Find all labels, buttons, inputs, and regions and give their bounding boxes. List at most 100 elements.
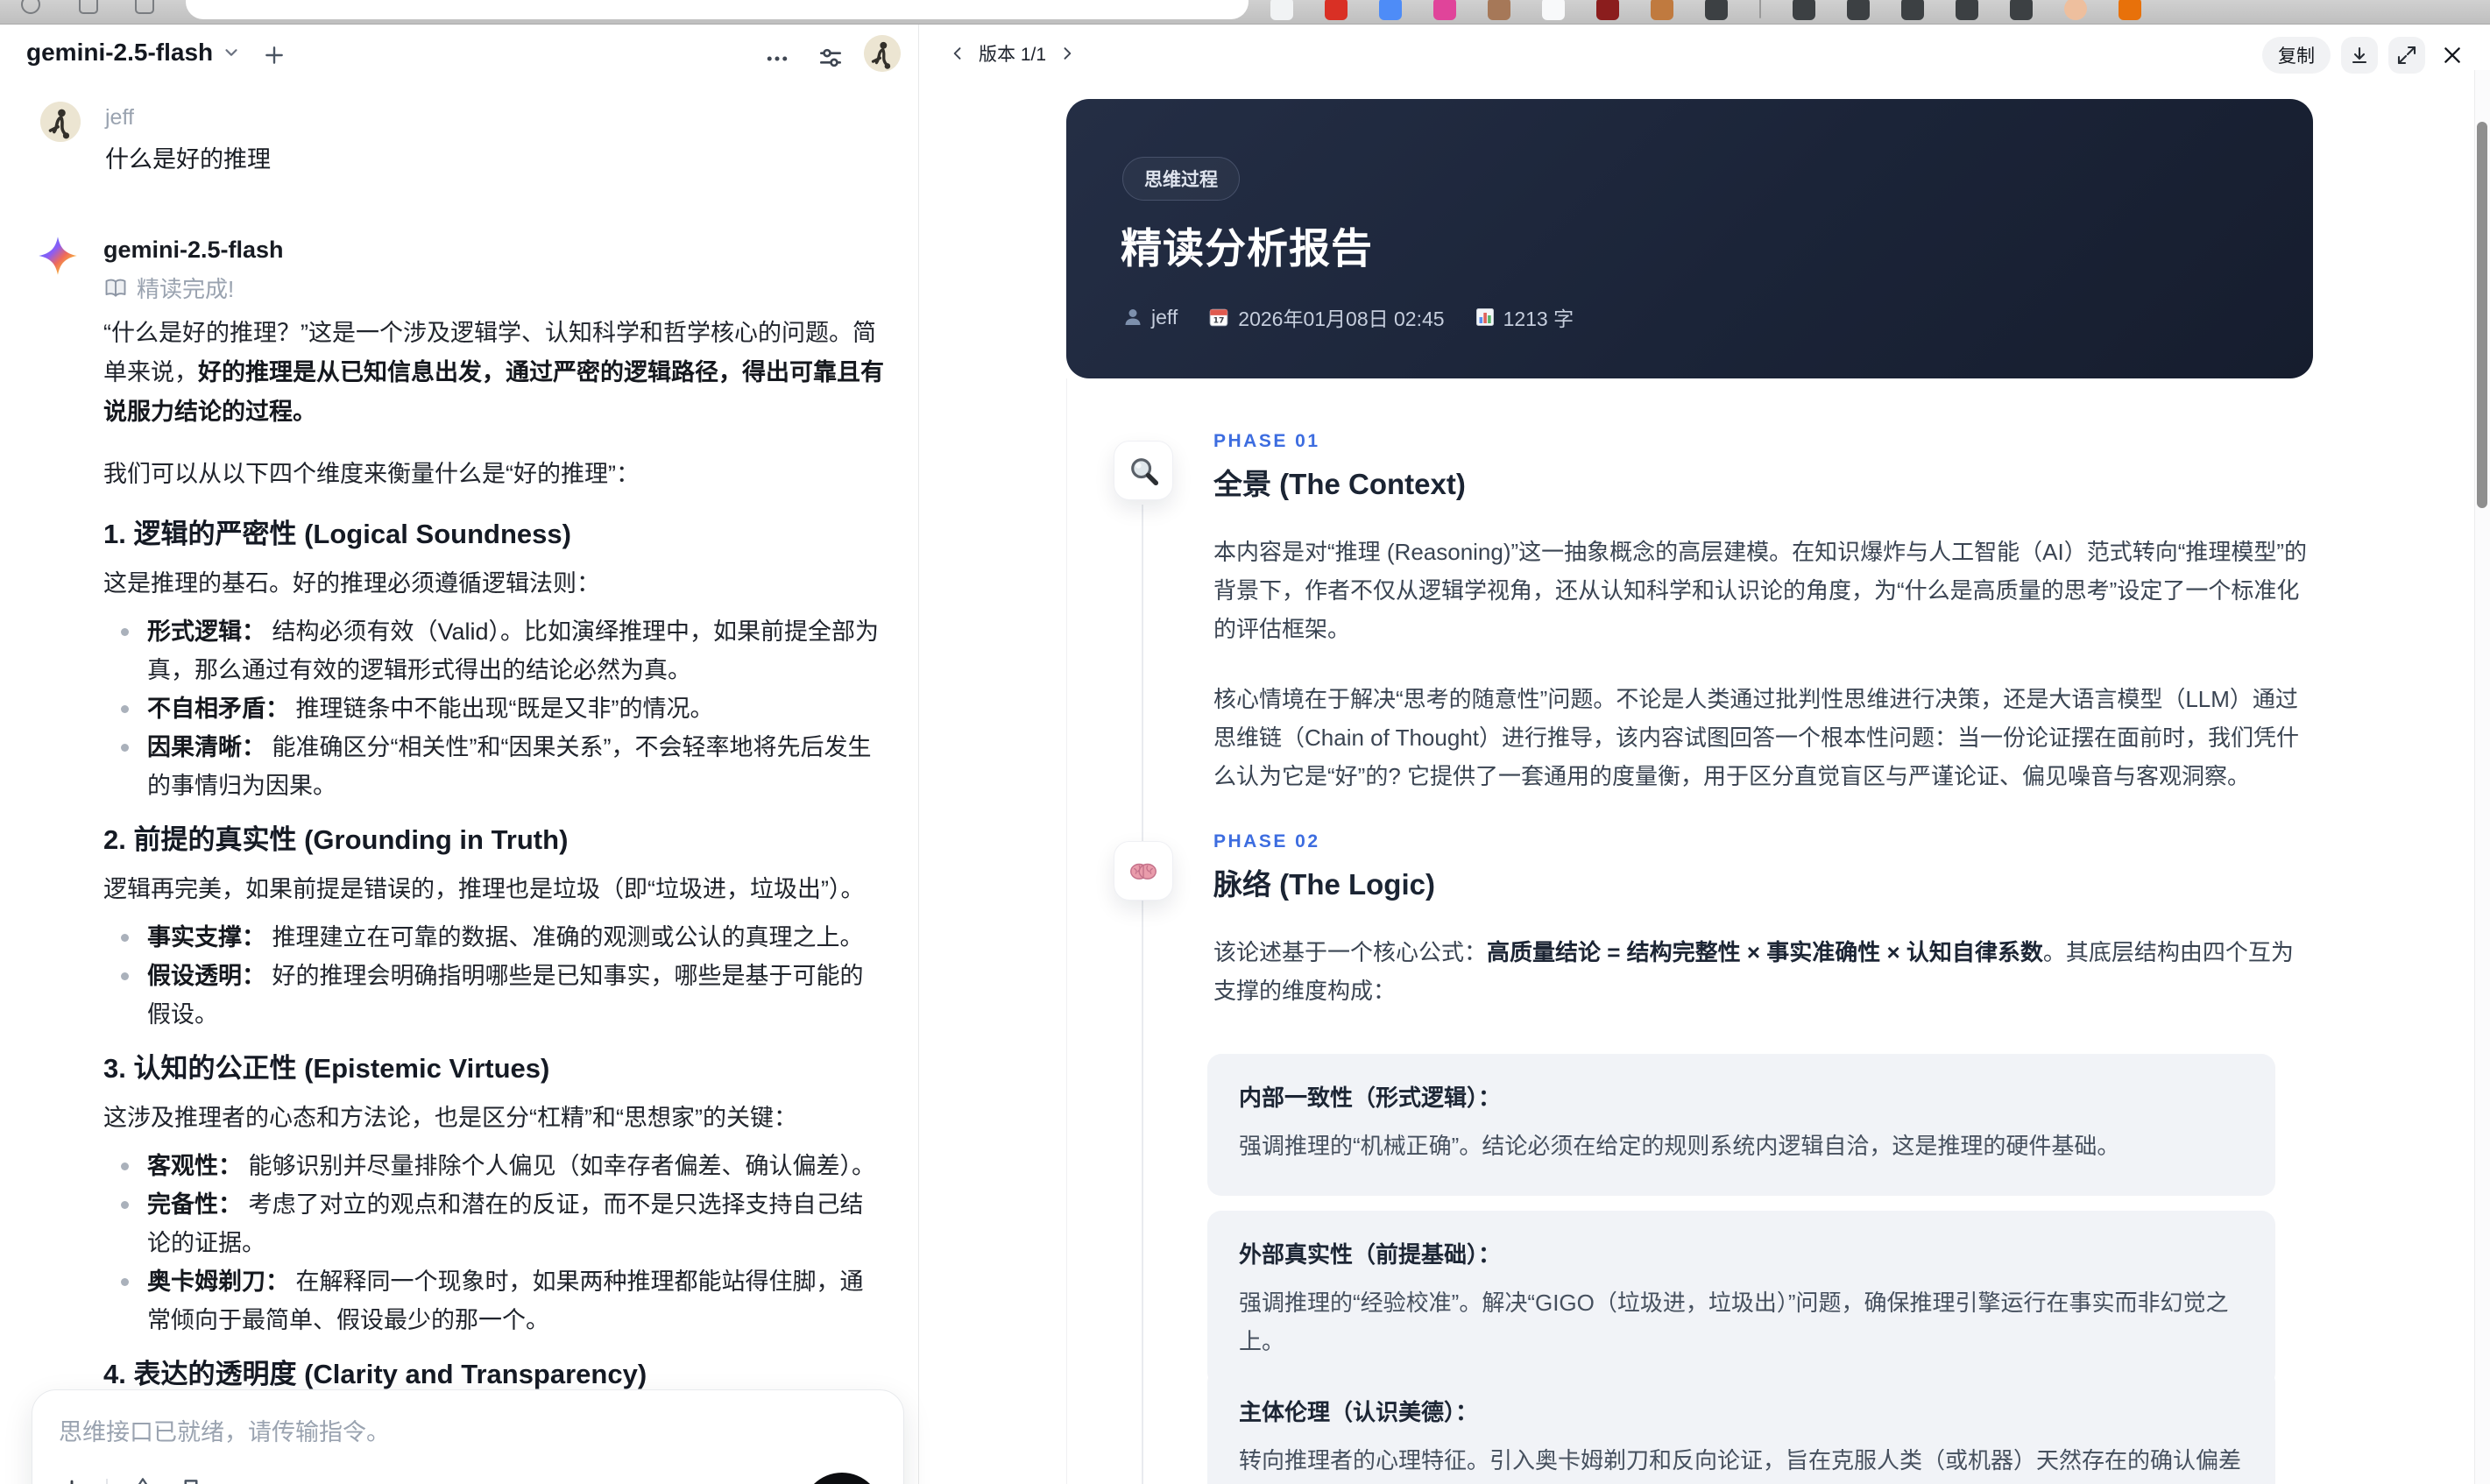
report-header-card: 思维过程 精读分析报告 jeff 17 2026年01月08日 02:45 12… [1066, 99, 2313, 378]
preview-scrollbar-track[interactable] [2474, 70, 2490, 1484]
phase1-section: PHASE 01 全景 (The Context) 本内容是对“推理 (Reas… [1213, 431, 2310, 827]
next-version-button[interactable] [1058, 45, 1076, 62]
chat-header: gemini-2.5-flash [0, 25, 918, 82]
phase2-lead: 该论述基于一个核心公式：高质量结论 = 结构完整性 × 事实准确性 × 认知自律… [1213, 939, 2294, 1004]
logic-card-3: 主体伦理（认识美德）： 转向推理者的心理特征。引入奥卡姆剃刀和反向论证，旨在克服… [1207, 1368, 2275, 1484]
bookmark-button[interactable] [178, 1477, 204, 1484]
section-list-3: 客观性： 能够识别并尽量排除个人偏见（如幸存者偏差、确认偏差）。 完备性： 考虑… [103, 1147, 885, 1339]
assistant-status-text: 精读完成! [137, 276, 235, 302]
settings-tune-button[interactable] [817, 44, 845, 72]
chevron-down-icon [222, 43, 241, 62]
browser-grid-icon[interactable] [79, 0, 98, 14]
extension-icon[interactable] [1705, 0, 1728, 20]
sparkle-tools-button[interactable] [129, 1476, 157, 1484]
card-title: 主体伦理（认识美德）： [1239, 1399, 1479, 1425]
extension-icon[interactable] [1651, 0, 1673, 20]
section-title-3: 3. 认知的公正性 (Epistemic Virtues) [103, 1053, 550, 1084]
card-body: 强调推理的“机械正确”。结论必须在给定的规则系统内逻辑自洽，这是推理的硬件基础。 [1239, 1133, 2120, 1159]
phase1-title: 全景 (The Context) [1213, 468, 1466, 500]
version-navigator: 版本 1/1 [949, 40, 1076, 67]
extension-icon[interactable] [1433, 0, 1456, 20]
phase1-label: PHASE 01 [1213, 431, 1320, 451]
gemini-star-icon [37, 235, 79, 277]
date-meta: 17 2026年01月08日 02:45 [1207, 302, 1445, 332]
fullscreen-button[interactable] [2388, 37, 2425, 74]
toolbar-divider [106, 1479, 108, 1484]
assistant-status: 精读完成! [103, 272, 234, 304]
section-lead-3: 这涉及推理者的心态和方法论，也是区分“杠精”和“思想家”的关键： [103, 1105, 797, 1131]
list-item: 客观性： 能够识别并尽量排除个人偏见（如幸存者偏差、确认偏差）。 [121, 1147, 885, 1185]
section-lead-1: 这是推理的基石。好的推理必须遵循逻辑法则： [103, 570, 600, 597]
card-body: 转向推理者的心理特征。引入奥卡姆剃刀和反向论证，旨在克服人类（或机器）天然存在的… [1239, 1447, 2242, 1473]
assistant-message-body: “什么是好的推理？”这是一个涉及逻辑学、认知科学和哲学核心的问题。简单来说，好的… [103, 314, 885, 1484]
section-title-2: 2. 前提的真实性 (Grounding in Truth) [103, 824, 569, 855]
list-item: 完备性： 考虑了对立的观点和潜在的反证，而不是只选择支持自己结论的证据。 [121, 1185, 885, 1262]
assistant-name: gemini-2.5-flash [103, 237, 284, 263]
logic-card-2: 外部真实性（前提基础）： 强调推理的“经验校准”。解决“GIGO（垃圾进，垃圾出… [1207, 1211, 2275, 1387]
extension-icon[interactable] [1542, 0, 1565, 20]
svg-text:17: 17 [1213, 316, 1225, 326]
extension-icon[interactable] [1488, 0, 1510, 20]
attach-plus-button[interactable] [59, 1477, 85, 1484]
card-body: 强调推理的“经验校准”。解决“GIGO（垃圾进，垃圾出）”问题，确保推理引擎运行… [1239, 1290, 2229, 1354]
preview-toolbar: 版本 1/1 复制 [919, 25, 2490, 88]
phase2-label: PHASE 02 [1213, 831, 1320, 852]
message-input[interactable]: 思维接口已就绪，请传输指令。 [59, 1413, 877, 1447]
preview-actions: 复制 [2262, 37, 2469, 74]
extension-icon[interactable] [1847, 0, 1870, 20]
previous-version-button[interactable] [949, 45, 966, 62]
logic-card-1: 内部一致性（形式逻辑）： 强调推理的“机械正确”。结论必须在给定的规则系统内逻辑… [1207, 1054, 2275, 1196]
extension-icon[interactable] [2010, 0, 2033, 20]
model-name: gemini-2.5-flash [26, 39, 214, 66]
chat-panel: gemini-2.5-flash jeff 什么是好的推理 gemini-2.5… [0, 25, 918, 1484]
more-options-button[interactable] [764, 46, 790, 72]
list-item: 假设透明： 好的推理会明确指明哪些是已知事实，哪些是基于可能的假设。 [121, 957, 885, 1034]
download-button[interactable] [2341, 37, 2378, 74]
user-avatar [40, 102, 81, 142]
close-icon[interactable] [2436, 39, 2469, 72]
phase1-icon-box [1114, 441, 1173, 500]
list-item: 不自相矛盾： 推理链条中不能出现“既是又非”的情况。 [121, 689, 885, 728]
calendar-icon: 17 [1207, 306, 1230, 329]
new-chat-button[interactable] [263, 44, 286, 67]
extension-icon[interactable] [1956, 0, 1978, 20]
section-title-1: 1. 逻辑的严密性 (Logical Soundness) [103, 519, 571, 549]
list-item: 因果清晰： 能准确区分“相关性”和“因果关系”，不会轻率地将先后发生的事情归为因… [121, 728, 885, 805]
list-item: 事实支撑： 推理建立在可靠的数据、准确的观测或公认的真理之上。 [121, 918, 885, 957]
extension-icon[interactable] [1379, 0, 1402, 20]
voice-input-button[interactable] [802, 1473, 882, 1484]
extension-icon[interactable] [1793, 0, 1815, 20]
report-title: 精读分析报告 [1121, 225, 1373, 272]
version-label: 版本 1/1 [979, 45, 1047, 65]
model-selector[interactable]: gemini-2.5-flash [26, 39, 241, 67]
preview-panel: 版本 1/1 复制 思维过程 精读分析报告 jeff 17 2026年01月08… [919, 25, 2490, 1484]
phase2-title: 脉络 (The Logic) [1213, 868, 1435, 901]
card-title: 内部一致性（形式逻辑）： [1239, 1085, 1502, 1111]
author-meta: jeff [1122, 306, 1178, 329]
preview-scrollbar-thumb[interactable] [2477, 122, 2487, 508]
copy-button[interactable]: 复制 [2262, 37, 2331, 74]
extension-icon[interactable] [2119, 0, 2141, 20]
brain-icon [1127, 854, 1160, 887]
section-title-4: 4. 表达的透明度 (Clarity and Transparency) [103, 1359, 647, 1389]
intro-paragraph: “什么是好的推理？”这是一个涉及逻辑学、认知科学和哲学核心的问题。简单来说，好的… [103, 320, 884, 425]
extension-icon[interactable] [1901, 0, 1924, 20]
magnifier-icon [1127, 454, 1160, 487]
extension-strip[interactable] [1270, 0, 2141, 24]
list-item: 形式逻辑： 结构必须有效（Valid）。比如演绎推理中，如果前提全部为真，那么通… [121, 612, 885, 689]
phase1-paragraph-2: 核心情境在于解决“思考的随意性”问题。不论是人类通过批判性思维进行决策，还是大语… [1213, 686, 2300, 789]
phase2-section: PHASE 02 脉络 (The Logic) 该论述基于一个核心公式：高质量结… [1213, 831, 2310, 1042]
extension-icon[interactable] [1596, 0, 1619, 20]
section-lead-2: 逻辑再完美，如果前提是错误的，推理也是垃圾（即“垃圾进，垃圾出”）。 [103, 876, 865, 902]
list-item: 奥卡姆剃刀： 在解释同一个现象时，如果两种推理都能站得住脚，通常倾向于最简单、假… [121, 1262, 885, 1339]
account-avatar[interactable] [864, 35, 901, 72]
extension-icon[interactable] [1270, 0, 1293, 20]
url-bar[interactable] [186, 0, 1249, 19]
section-list-1: 形式逻辑： 结构必须有效（Valid）。比如演绎推理中，如果前提全部为真，那么通… [103, 612, 885, 805]
browser-chrome [0, 0, 2490, 25]
browser-tab-icon[interactable] [135, 0, 154, 14]
profile-avatar-icon[interactable] [2064, 0, 2087, 20]
extension-icon[interactable] [1325, 0, 1348, 20]
browser-reload-icon[interactable] [21, 0, 40, 14]
composer-toolbar [59, 1476, 204, 1484]
